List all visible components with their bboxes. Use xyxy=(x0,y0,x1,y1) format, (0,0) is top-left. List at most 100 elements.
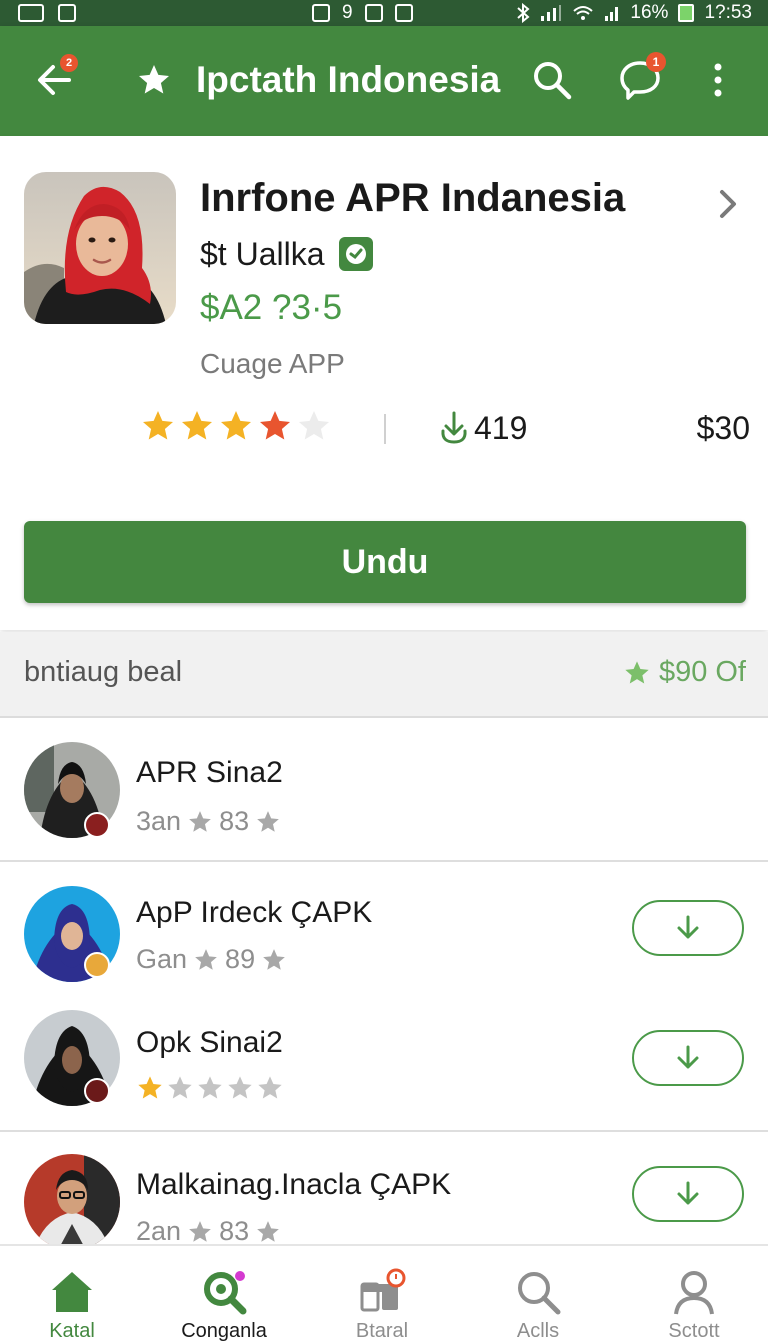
download-button[interactable] xyxy=(632,1030,744,1086)
bluetooth-icon xyxy=(517,3,530,23)
star-icon xyxy=(221,411,251,440)
developer-row: $t Uallka xyxy=(200,234,373,274)
star-icon xyxy=(263,948,285,970)
star-icon xyxy=(260,411,290,440)
nav-item-library[interactable]: Btaral xyxy=(312,1246,452,1344)
nav-item-profile[interactable]: Sctott xyxy=(624,1246,764,1344)
download-hand-icon xyxy=(441,411,467,444)
signal-icon xyxy=(541,5,562,21)
avatar-status-badge xyxy=(84,812,110,838)
list-item-title: ApP Irdeck ÇAPK xyxy=(136,896,373,929)
nav-label: Katal xyxy=(49,1320,95,1342)
status-time: 1?:53 xyxy=(704,2,752,23)
download-button[interactable] xyxy=(632,900,744,956)
verified-badge-icon xyxy=(338,237,373,271)
nav-item-home[interactable]: Katal xyxy=(2,1246,142,1344)
chevron-right-icon[interactable] xyxy=(712,184,744,224)
status-system-icons: 16% 1?:53 xyxy=(516,0,752,26)
download-button[interactable] xyxy=(632,1166,744,1222)
nav-item-search[interactable]: Aclls xyxy=(468,1246,608,1344)
download-arrow-icon xyxy=(677,915,699,939)
app-category[interactable]: Cuage APP xyxy=(200,348,345,380)
profile-icon xyxy=(674,1271,714,1315)
star-icon xyxy=(143,411,173,440)
star-icon xyxy=(182,411,212,440)
nav-item-apps[interactable]: Conganla xyxy=(154,1246,294,1344)
nav-label: Aclls xyxy=(516,1320,560,1342)
star-icon xyxy=(625,660,649,683)
section-header: bntiaug beal $90 Of xyxy=(0,632,768,718)
app-name: Inrfone APR Indanesia xyxy=(200,176,626,220)
list-item-title: APR Sina2 xyxy=(136,756,283,789)
signal-icon-2 xyxy=(605,7,619,21)
avatar xyxy=(24,1154,120,1244)
download-count: 419 xyxy=(438,410,527,446)
app-bar: 2 Ipctath Indonesia 1 xyxy=(0,26,768,136)
star-icon xyxy=(189,1220,211,1242)
app-bar-title: Ipctath Indonesia xyxy=(196,59,501,100)
more-options-button[interactable] xyxy=(690,52,746,108)
section-title: bntiaug beal xyxy=(24,656,183,688)
list-item-meta: 3an 83 xyxy=(136,806,281,837)
list-item-meta-value: 83 xyxy=(219,806,250,836)
search-icon xyxy=(518,1272,561,1315)
nav-label: Conganla xyxy=(181,1320,267,1342)
stats-divider xyxy=(384,414,386,444)
star-empty-icon xyxy=(228,1076,252,1099)
star-icon xyxy=(138,1076,162,1099)
list-item[interactable]: APR Sina2 3an 83 xyxy=(0,720,768,862)
library-icon xyxy=(360,1268,406,1312)
list-item[interactable]: Opk Sinai2 xyxy=(0,994,768,1132)
favorite-button[interactable] xyxy=(126,52,182,108)
sim-icon xyxy=(312,4,330,22)
status-bar: 9 16% 1?:53 xyxy=(0,0,768,26)
star-empty-icon xyxy=(258,1076,282,1099)
app-stats-row: 419 $30 xyxy=(140,404,750,452)
list-item-title: Opk Sinai2 xyxy=(136,1026,283,1059)
record-icon xyxy=(364,4,383,22)
list-item-meta-value: 89 xyxy=(225,944,256,974)
nav-label: Sctott xyxy=(668,1320,720,1342)
list-item-meta-prefix: 3an xyxy=(136,806,182,836)
search-icon xyxy=(534,62,572,100)
search-apps-icon xyxy=(204,1271,247,1315)
install-button[interactable]: Undu xyxy=(24,521,746,603)
search-button[interactable] xyxy=(524,52,580,108)
app-icon xyxy=(24,172,176,324)
chat-notification-badge: 1 xyxy=(646,52,666,72)
status-middle-icons: 9 xyxy=(312,0,413,26)
list-item-meta-value: 83 xyxy=(219,1216,250,1244)
list-item[interactable]: Malkainag.Inacla ÇAPK 2an 83 xyxy=(0,1134,768,1244)
back-button[interactable]: 2 xyxy=(26,52,82,108)
app-header-card: Inrfone APR Indanesia $t Uallka $A2 ?3·5… xyxy=(0,136,768,630)
star-empty-icon xyxy=(299,411,329,440)
star-icon xyxy=(195,948,217,970)
image-icon xyxy=(394,4,413,22)
star-empty-icon xyxy=(168,1076,192,1099)
app-price: $A2 ?3·5 xyxy=(200,288,343,327)
notification-icon xyxy=(18,4,44,22)
download-count-value: 419 xyxy=(474,409,528,446)
list-item-rating xyxy=(136,1074,284,1102)
home-icon xyxy=(52,1272,92,1312)
list-item-title: Malkainag.Inacla ÇAPK xyxy=(136,1168,452,1201)
list-item-meta-prefix: Gan xyxy=(136,944,188,974)
developer-name[interactable]: $t Uallka xyxy=(200,236,325,273)
list-item-meta: Gan 89 xyxy=(136,944,287,975)
battery-percent: 16% xyxy=(630,2,669,23)
section-meta[interactable]: $90 Of xyxy=(623,656,746,689)
more-vert-icon xyxy=(714,63,722,97)
app-notification-icon xyxy=(58,4,76,22)
list-item[interactable]: ApP Irdeck ÇAPK Gan 89 xyxy=(0,864,768,994)
star-icon xyxy=(257,1220,279,1242)
back-notification-badge: 2 xyxy=(60,54,78,72)
star-empty-icon xyxy=(198,1076,222,1099)
download-arrow-icon xyxy=(677,1045,699,1069)
download-arrow-icon xyxy=(677,1181,699,1205)
list-item-meta: 2an 83 xyxy=(136,1216,281,1244)
app-size: $30 xyxy=(696,410,750,446)
star-icon xyxy=(139,65,169,94)
wifi-icon xyxy=(573,6,594,20)
avatar-status-badge xyxy=(84,1078,110,1104)
chat-button[interactable]: 1 xyxy=(612,52,668,108)
